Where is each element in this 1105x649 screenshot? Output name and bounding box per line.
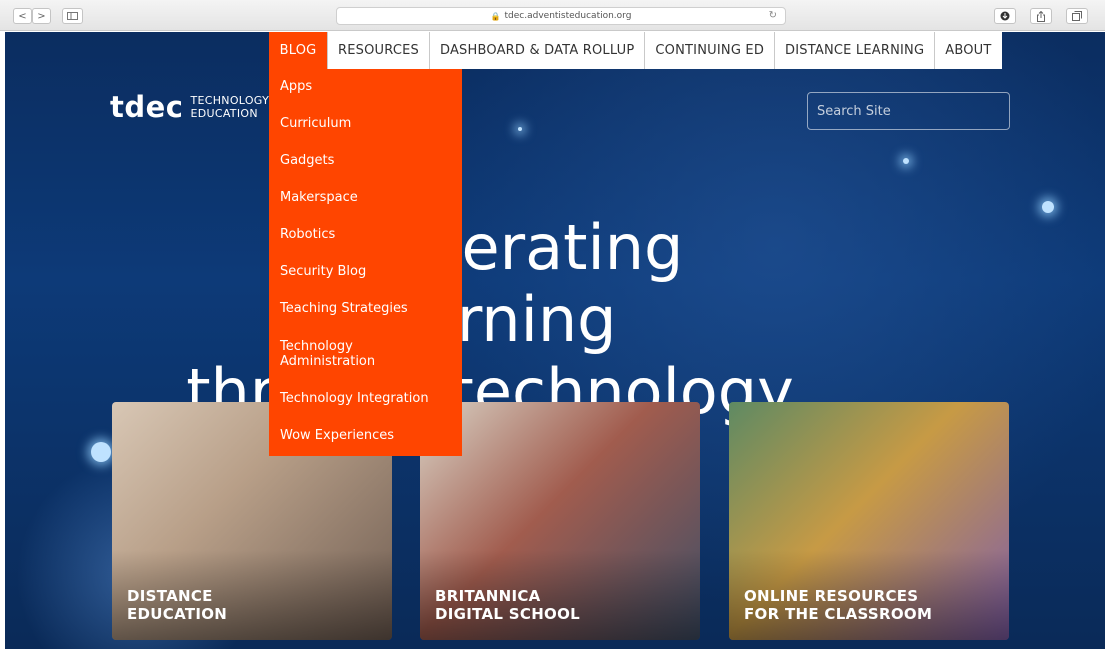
decorative-light-dot [518, 127, 522, 131]
hero-line-1: Accelerating learning [296, 211, 684, 356]
lock-icon: 🔒 [490, 11, 501, 21]
main-navigation: BLOG RESOURCES DASHBOARD & DATA ROLLUP C… [269, 32, 1002, 69]
card-label-line-2: EDUCATION [127, 605, 228, 623]
logo-line-2: EDUCATION [190, 107, 258, 120]
download-icon [1000, 11, 1010, 21]
card-label-line-1: BRITANNICA [435, 587, 541, 605]
address-bar[interactable]: 🔒 tdec.adventisteducation.org ↻ [336, 7, 786, 25]
sidebar-toggle-button[interactable] [62, 8, 83, 24]
card-label-line-2: DIGITAL SCHOOL [435, 605, 581, 623]
browser-toolbar: < > 🔒 tdec.adventisteducation.org ↻ [0, 0, 1105, 31]
card-label-line-1: DISTANCE [127, 587, 213, 605]
logo-mark: tdec [110, 90, 184, 124]
chevron-left-icon: < [18, 10, 27, 22]
dropdown-item-makerspace[interactable]: Makerspace [280, 190, 458, 205]
back-button[interactable]: < [13, 8, 32, 24]
dropdown-item-curriculum[interactable]: Curriculum [280, 116, 458, 131]
dropdown-item-technology-administration[interactable]: Technology Administration [280, 339, 390, 369]
url-text: tdec.adventisteducation.org [504, 11, 632, 21]
dropdown-item-teaching-strategies[interactable]: Teaching Strategies [280, 301, 458, 316]
card-label: BRITANNICA DIGITAL SCHOOL [435, 587, 675, 623]
chevron-right-icon: > [37, 10, 46, 22]
nav-about[interactable]: ABOUT [935, 32, 1001, 69]
share-icon [1037, 10, 1045, 22]
dropdown-item-apps[interactable]: Apps [280, 79, 458, 94]
card-label-line-2: FOR THE CLASSROOM [744, 605, 933, 623]
decorative-light-dot [91, 442, 111, 462]
downloads-button[interactable] [994, 8, 1016, 24]
show-tabs-button[interactable] [1066, 8, 1088, 24]
forward-button[interactable]: > [32, 8, 51, 24]
card-label: ONLINE RESOURCES FOR THE CLASSROOM [744, 587, 984, 623]
logo-text: TECHNOLOGY EDUCATION [190, 94, 269, 120]
search-input[interactable] [807, 92, 1010, 130]
dropdown-item-robotics[interactable]: Robotics [280, 227, 458, 242]
share-button[interactable] [1030, 8, 1052, 24]
dropdown-item-security-blog[interactable]: Security Blog [280, 264, 458, 279]
site-logo[interactable]: tdec TECHNOLOGY EDUCATION [110, 90, 269, 124]
nav-distance-learning[interactable]: DISTANCE LEARNING [775, 32, 936, 69]
card-britannica-digital-school[interactable]: BRITANNICA DIGITAL SCHOOL [420, 402, 700, 640]
sidebar-icon [67, 12, 78, 20]
nav-resources[interactable]: RESOURCES [328, 32, 430, 69]
nav-continuing-ed[interactable]: CONTINUING ED [645, 32, 776, 69]
reload-icon[interactable]: ↻ [769, 10, 777, 21]
card-label-line-1: ONLINE RESOURCES [744, 587, 919, 605]
dropdown-item-wow-experiences[interactable]: Wow Experiences [280, 428, 458, 443]
decorative-light-dot [1042, 201, 1054, 213]
nav-blog[interactable]: BLOG [269, 32, 328, 69]
hero-headline: Accelerating learning through technology [165, 212, 815, 428]
decorative-light-dot [903, 158, 909, 164]
tabs-icon [1072, 11, 1082, 21]
web-page: BLOG RESOURCES DASHBOARD & DATA ROLLUP C… [5, 32, 1105, 649]
blog-dropdown-menu: Apps Curriculum Gadgets Makerspace Robot… [269, 69, 462, 456]
logo-line-1: TECHNOLOGY [190, 94, 270, 107]
nav-dashboard-data-rollup[interactable]: DASHBOARD & DATA ROLLUP [430, 32, 646, 69]
card-label: DISTANCE EDUCATION [127, 587, 367, 623]
dropdown-item-technology-integration[interactable]: Technology Integration [280, 391, 458, 406]
dropdown-item-gadgets[interactable]: Gadgets [280, 153, 458, 168]
card-online-resources[interactable]: ONLINE RESOURCES FOR THE CLASSROOM [729, 402, 1009, 640]
